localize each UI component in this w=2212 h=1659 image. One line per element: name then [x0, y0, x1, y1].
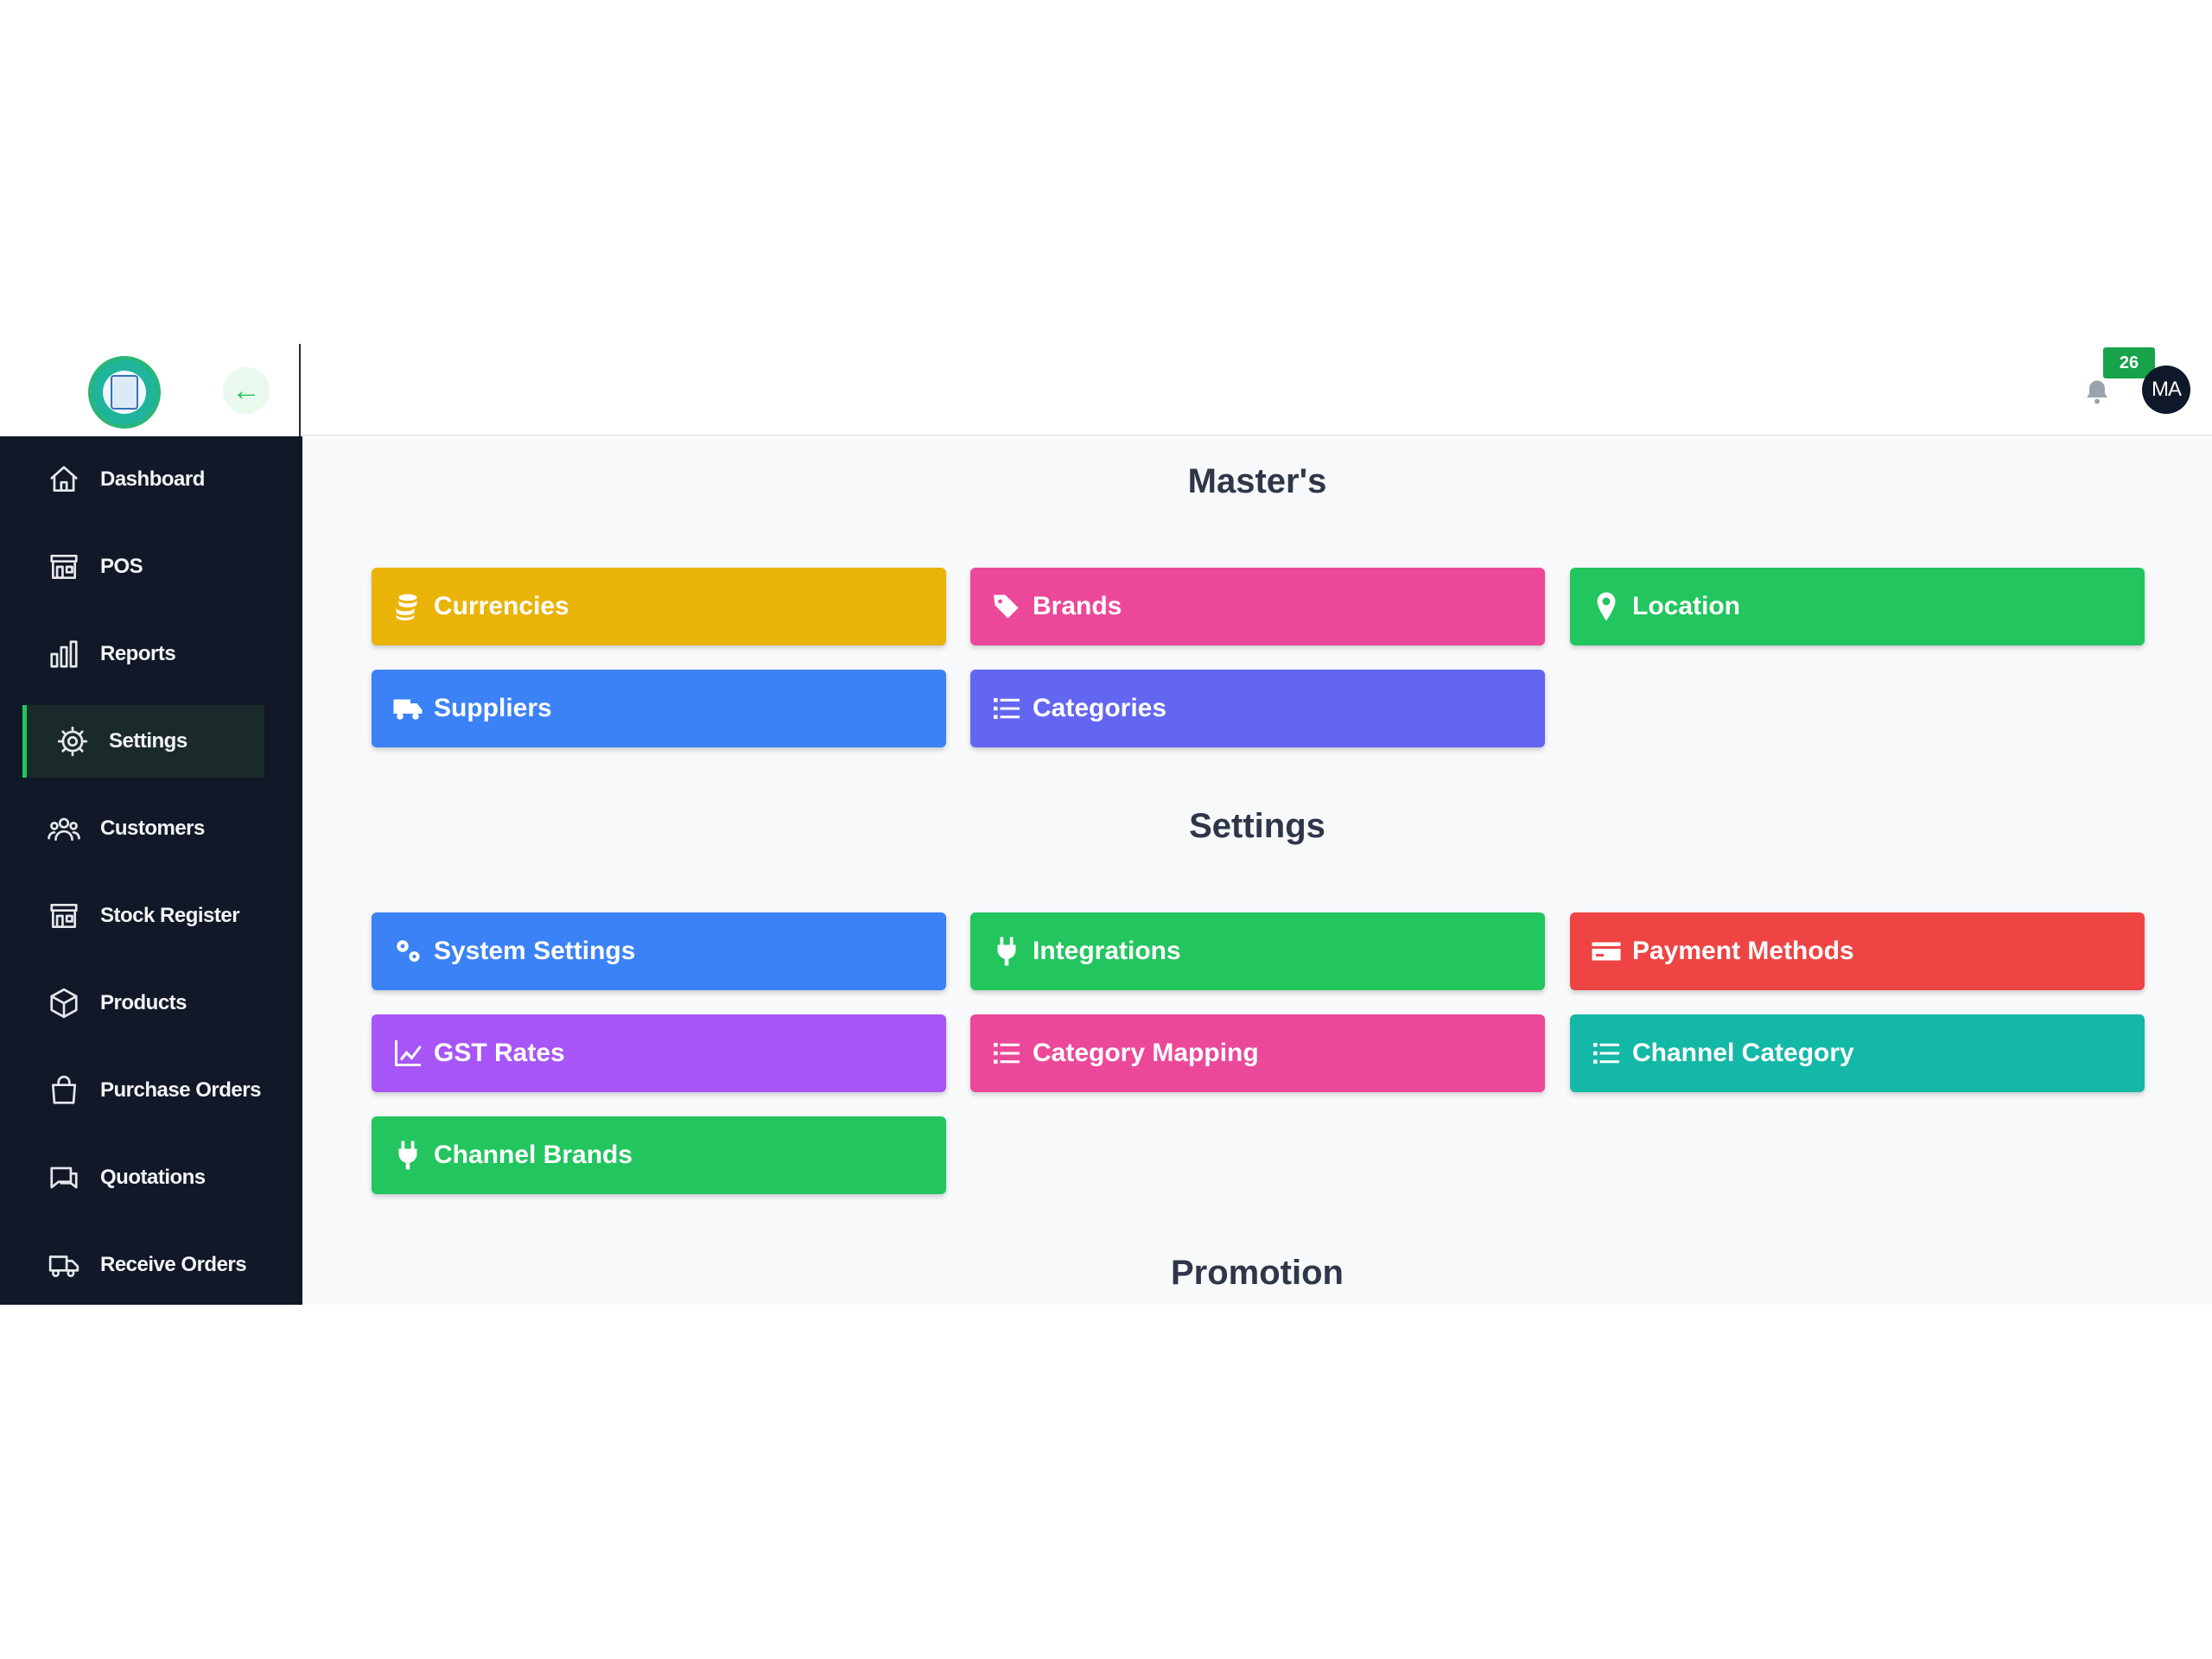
tile-categories[interactable]: Categories — [970, 670, 1545, 747]
arrow-left-icon: ← — [232, 374, 261, 407]
tile-brands[interactable]: Brands — [970, 568, 1545, 645]
notifications-button[interactable] — [2082, 377, 2113, 408]
sidebar-item-label: Settings — [109, 729, 188, 753]
tile-label: Payment Methods — [1632, 937, 1854, 965]
list-icon — [989, 691, 1024, 726]
logo[interactable] — [88, 356, 161, 429]
sidebar-item-pos[interactable]: POS — [22, 531, 282, 603]
sidebar-item-purchase-orders[interactable]: Purchase Orders — [22, 1054, 282, 1127]
sidebar-item-label: Quotations — [100, 1166, 206, 1189]
avatar[interactable]: MA — [2142, 365, 2190, 414]
tile-label: Location — [1632, 592, 1740, 620]
top-header: 26 MA — [302, 344, 2212, 436]
truck-icon — [45, 1246, 83, 1284]
coins-icon — [391, 589, 425, 624]
section-title-promotion: Promotion — [1171, 1254, 1344, 1292]
sidebar-item-label: Stock Register — [100, 904, 240, 927]
collapse-sidebar-button[interactable]: ← — [223, 367, 270, 414]
line-chart-icon — [391, 1036, 425, 1071]
box-icon — [45, 984, 83, 1022]
tile-label: Integrations — [1033, 937, 1181, 965]
sidebar-item-label: Dashboard — [100, 467, 205, 491]
logo-mark — [111, 375, 138, 410]
bell-icon — [2087, 380, 2107, 404]
sidebar-item-products[interactable]: Products — [22, 967, 282, 1039]
section-title-masters: Master's — [1187, 462, 1327, 500]
tile-label: System Settings — [434, 937, 636, 965]
sidebar-item-label: Products — [100, 991, 188, 1014]
tile-label: Channel Category — [1632, 1039, 1854, 1067]
plug-icon — [989, 934, 1024, 969]
bar-chart-icon — [45, 635, 83, 673]
tile-payment-methods[interactable]: Payment Methods — [1570, 912, 2145, 990]
tile-suppliers[interactable]: Suppliers — [372, 670, 946, 747]
tile-label: Suppliers — [434, 694, 552, 722]
sidebar-item-label: Customers — [100, 817, 205, 840]
section-title-settings: Settings — [1189, 807, 1325, 845]
sidebar-item-label: POS — [100, 555, 143, 578]
tile-label: Categories — [1033, 694, 1167, 722]
sidebar-item-label: Receive Orders — [100, 1253, 247, 1276]
map-pin-icon — [1589, 589, 1624, 624]
tile-integrations[interactable]: Integrations — [970, 912, 1545, 990]
tile-category-mapping[interactable]: Category Mapping — [970, 1014, 1545, 1092]
sidebar-item-dashboard[interactable]: Dashboard — [22, 443, 282, 516]
tile-label: Category Mapping — [1033, 1039, 1259, 1067]
sidebar-item-reports[interactable]: Reports — [22, 618, 282, 690]
gears-icon — [391, 934, 425, 969]
list-icon — [1589, 1036, 1624, 1071]
app-window: ← 26 MA Dashboard POS Reports Settings C… — [0, 344, 2212, 1305]
shopping-bag-icon — [45, 1071, 83, 1109]
sidebar-item-label: Purchase Orders — [100, 1078, 261, 1102]
sidebar-item-settings[interactable]: Settings — [22, 705, 264, 778]
main-content: Master's Currencies Brands Location Supp… — [302, 438, 2212, 1305]
sidebar-nav: Dashboard POS Reports Settings Customers — [0, 436, 302, 1305]
plug-icon — [391, 1138, 425, 1173]
sidebar-item-customers[interactable]: Customers — [22, 792, 282, 865]
sidebar-brand: ← — [0, 344, 301, 436]
tile-label: Channel Brands — [434, 1141, 633, 1169]
tile-channel-brands[interactable]: Channel Brands — [372, 1116, 946, 1194]
tags-icon — [989, 589, 1024, 624]
credit-card-icon — [1589, 934, 1624, 969]
tile-label: Brands — [1033, 592, 1122, 620]
store-icon — [45, 548, 83, 586]
truck-icon — [391, 691, 425, 726]
list-icon — [989, 1036, 1024, 1071]
tile-currencies[interactable]: Currencies — [372, 568, 946, 645]
sidebar-item-label: Reports — [100, 642, 176, 665]
tile-label: Currencies — [434, 592, 569, 620]
tile-channel-category[interactable]: Channel Category — [1570, 1014, 2145, 1092]
tile-label: GST Rates — [434, 1039, 565, 1067]
users-icon — [45, 810, 83, 848]
store-icon — [45, 897, 83, 935]
sidebar-item-quotations[interactable]: Quotations — [22, 1141, 282, 1214]
sidebar-item-stock-register[interactable]: Stock Register — [22, 880, 282, 952]
sidebar-item-receive-orders[interactable]: Receive Orders — [22, 1229, 282, 1301]
tile-gst-rates[interactable]: GST Rates — [372, 1014, 946, 1092]
tile-system-settings[interactable]: System Settings — [372, 912, 946, 990]
home-icon — [45, 461, 83, 499]
tile-location[interactable]: Location — [1570, 568, 2145, 645]
chat-icon — [45, 1159, 83, 1197]
gear-icon — [54, 722, 92, 760]
